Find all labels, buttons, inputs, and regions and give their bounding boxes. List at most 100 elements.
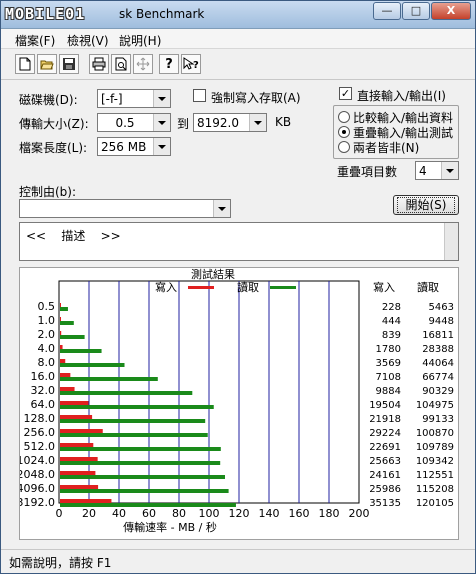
help-icon[interactable]: ?: [159, 54, 179, 74]
benchmark-window: MOBILE01 sk Benchmark — □ X 檔案(F) 檢視(V) …: [0, 0, 476, 574]
bar-write: [60, 443, 94, 447]
write-value: 25986: [369, 484, 401, 495]
window-title: sk Benchmark: [119, 7, 205, 21]
force-write-checkbox[interactable]: [193, 89, 206, 102]
description-box[interactable]: << 描述 >>: [19, 222, 459, 261]
legend-write-label: 寫入: [155, 280, 177, 294]
bar-write: [60, 485, 99, 489]
context-help-icon[interactable]: ?: [181, 54, 201, 74]
legend-write-swatch: [188, 286, 214, 289]
start-button[interactable]: 開始(S): [393, 195, 459, 215]
minimize-button[interactable]: —: [373, 2, 401, 20]
results-title: 測試結果: [191, 268, 235, 281]
x-tick-label: 80: [172, 507, 186, 520]
col-write-header: 寫入: [373, 280, 395, 294]
unit-label: KB: [275, 115, 292, 129]
status-text: 如需說明，請按 F1: [9, 556, 112, 570]
chevron-down-icon[interactable]: [153, 114, 170, 131]
controlled-by-label: 控制由(b):: [19, 185, 77, 199]
menu-view[interactable]: 檢視(V): [67, 32, 109, 49]
open-icon[interactable]: [37, 54, 57, 74]
y-tick-label: 16.0: [31, 370, 56, 383]
file-length-label: 檔案長度(L):: [19, 141, 88, 155]
y-tick-label: 2048.0: [20, 468, 55, 481]
radio-compare[interactable]: [338, 111, 350, 123]
x-tick-label: 20: [82, 507, 96, 520]
new-icon[interactable]: [15, 54, 35, 74]
app-logo: MOBILE01: [5, 5, 86, 23]
y-tick-label: 8.0: [38, 356, 56, 369]
radio-overlap[interactable]: [338, 126, 350, 138]
read-value: 16811: [422, 330, 454, 341]
bar-read: [60, 489, 229, 493]
chevron-down-icon[interactable]: [153, 90, 170, 107]
y-tick-label: 4.0: [38, 342, 56, 355]
x-tick-label: 40: [112, 507, 126, 520]
y-tick-label: 1024.0: [20, 454, 55, 467]
bar-read: [60, 433, 208, 437]
y-tick-label: 64.0: [31, 398, 56, 411]
results-chart: 測試結果 0 20 40 60 80 100 120 140 160 180 200 寫入 讀取 寫入 讀取 0…: [17, 267, 455, 534]
chevron-down-icon[interactable]: [441, 162, 458, 179]
read-value: 104975: [416, 400, 454, 411]
to-label: 到: [177, 117, 190, 131]
read-value: 28388: [422, 344, 454, 355]
legend-read-label: 讀取: [237, 280, 259, 294]
direct-io-label: 直接輸入/輸出(I): [357, 89, 446, 103]
write-value: 35135: [369, 498, 401, 509]
menu-file[interactable]: 檔案(F): [15, 32, 55, 49]
bar-read: [60, 391, 193, 395]
bar-read: [60, 307, 68, 311]
queue-depth-select[interactable]: 4: [415, 161, 459, 180]
bar-write: [60, 415, 93, 419]
x-tick-label: 140: [259, 507, 280, 520]
results-panel: 測試結果 0 20 40 60 80 100 120 140 160 180 200 寫入 讀取 寫入 讀取 0…: [17, 267, 459, 540]
y-tick-label: 512.0: [24, 440, 56, 453]
bar-write: [60, 359, 66, 363]
transfer-to-select[interactable]: 8192.0: [193, 113, 267, 132]
write-value: 444: [382, 316, 401, 327]
bar-write: [60, 401, 89, 405]
bar-read: [60, 461, 221, 465]
bar-read: [60, 447, 221, 451]
description-scrollbar[interactable]: [444, 223, 458, 260]
y-tick-label: 128.0: [24, 412, 56, 425]
read-value: 120105: [416, 498, 454, 509]
x-tick-label: 60: [142, 507, 156, 520]
x-tick-label: 180: [319, 507, 340, 520]
move-icon[interactable]: [133, 54, 153, 74]
print-icon[interactable]: [89, 54, 109, 74]
bar-write: [60, 345, 63, 349]
y-tick-label: 4096.0: [20, 482, 55, 495]
queue-depth-label: 重疊項目數: [337, 165, 398, 179]
bar-write: [60, 457, 98, 461]
menu-bar: 檔案(F) 檢視(V) 說明(H): [1, 29, 475, 49]
write-value: 1780: [376, 344, 401, 355]
write-value: 22691: [369, 442, 401, 453]
svg-text:?: ?: [193, 60, 199, 71]
file-length-select[interactable]: 256 MB: [97, 137, 171, 156]
write-value: 19504: [369, 400, 401, 411]
save-icon[interactable]: [59, 54, 79, 74]
write-value: 24161: [369, 470, 401, 481]
transfer-from-select[interactable]: 0.5: [97, 113, 171, 132]
radio-neither-label: 兩者皆非(N): [353, 141, 420, 155]
menu-help[interactable]: 說明(H): [119, 32, 161, 49]
x-axis-label: 傳輸速率 - MB / 秒: [123, 520, 217, 534]
chevron-down-icon[interactable]: [213, 200, 230, 217]
controlled-by-select[interactable]: [19, 199, 231, 218]
chevron-down-icon[interactable]: [249, 114, 266, 131]
direct-io-checkbox[interactable]: ✓: [339, 87, 352, 100]
print-preview-icon[interactable]: [111, 54, 131, 74]
maximize-button[interactable]: □: [402, 2, 430, 20]
bar-read: [60, 475, 225, 479]
radio-neither[interactable]: [338, 141, 350, 153]
title-bar[interactable]: MOBILE01 sk Benchmark — □ X: [1, 1, 475, 29]
bar-read: [60, 321, 74, 325]
close-button[interactable]: X: [431, 2, 471, 20]
y-tick-label: 32.0: [31, 384, 56, 397]
write-value: 29224: [369, 428, 401, 439]
drive-select[interactable]: [-f-]: [97, 89, 171, 108]
bar-write: [60, 387, 75, 391]
chevron-down-icon[interactable]: [153, 138, 170, 155]
